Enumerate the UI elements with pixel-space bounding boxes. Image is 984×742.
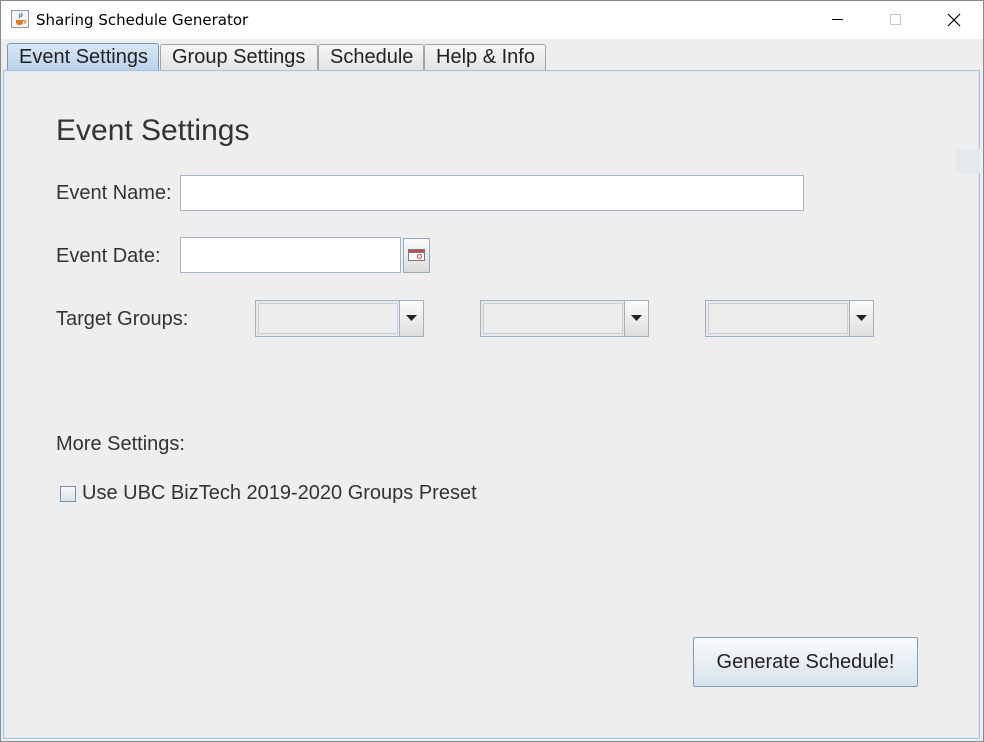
target-group-select-1-value [258, 303, 398, 334]
dropdown-arrow-button[interactable] [624, 301, 648, 336]
panel-edge-highlight [956, 149, 980, 173]
more-settings-label: More Settings: [56, 433, 185, 455]
chevron-down-icon [406, 315, 417, 321]
target-group-select-1[interactable] [255, 300, 424, 337]
target-groups-label: Target Groups: [56, 308, 189, 330]
java-cup-icon [11, 10, 29, 28]
title-bar[interactable]: Sharing Schedule Generator [1, 1, 983, 39]
target-group-select-2-value [483, 303, 623, 334]
maximize-icon [890, 14, 901, 25]
event-name-input[interactable] [180, 175, 804, 211]
tab-group-settings[interactable]: Group Settings [160, 44, 318, 70]
target-group-select-3[interactable] [705, 300, 874, 337]
generate-schedule-button[interactable]: Generate Schedule! [693, 637, 918, 687]
event-date-label: Event Date: [56, 245, 161, 267]
preset-checkbox-label[interactable]: Use UBC BizTech 2019-2020 Groups Preset [82, 482, 477, 505]
calendar-icon [408, 249, 425, 261]
close-button[interactable] [931, 1, 977, 39]
chevron-down-icon [631, 315, 642, 321]
preset-checkbox[interactable] [60, 486, 76, 502]
maximize-button[interactable] [872, 1, 918, 39]
tab-event-settings[interactable]: Event Settings [7, 43, 159, 71]
target-group-select-2[interactable] [480, 300, 649, 337]
event-date-input[interactable] [180, 237, 401, 273]
app-window: Sharing Schedule Generator Event Setting… [0, 0, 984, 742]
tab-help-info[interactable]: Help & Info [424, 44, 546, 70]
minimize-icon [832, 19, 843, 20]
tab-schedule[interactable]: Schedule [318, 44, 424, 70]
target-group-select-3-value [708, 303, 848, 334]
page-title: Event Settings [56, 114, 250, 147]
dropdown-arrow-button[interactable] [849, 301, 873, 336]
date-picker-button[interactable] [403, 238, 430, 273]
window-title: Sharing Schedule Generator [36, 11, 249, 29]
dropdown-arrow-button[interactable] [399, 301, 423, 336]
chevron-down-icon [856, 315, 867, 321]
event-name-label: Event Name: [56, 182, 172, 204]
close-icon [947, 13, 961, 27]
tab-strip: Event Settings Group Settings Schedule H… [1, 39, 983, 71]
minimize-button[interactable] [814, 1, 860, 39]
